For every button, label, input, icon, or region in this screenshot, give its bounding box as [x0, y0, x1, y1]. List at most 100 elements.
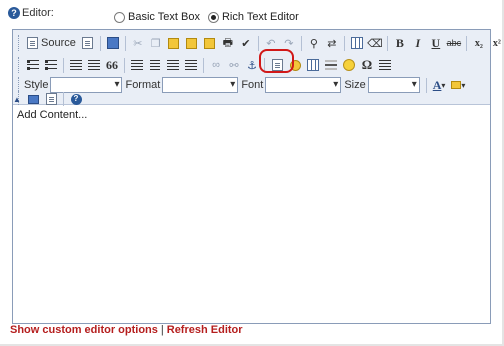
editor-links: Show custom editor options | Refresh Edito…: [10, 324, 243, 336]
flash-button[interactable]: [287, 56, 303, 74]
copy-icon: ❐: [150, 37, 161, 50]
indent-button[interactable]: [86, 56, 102, 74]
spellcheck-button[interactable]: ✔: [238, 34, 254, 52]
unlink-icon: ⚯: [229, 59, 239, 72]
text-color-icon: A: [432, 77, 442, 92]
toolbar-separator: [386, 35, 388, 51]
outdent-button[interactable]: [68, 56, 84, 74]
undo-icon: ↶: [266, 37, 276, 50]
editor-content-area[interactable]: Add Content...: [13, 106, 490, 323]
smiley-button[interactable]: [341, 56, 357, 74]
horizontal-rule-button[interactable]: [323, 56, 339, 74]
indent-icon: [88, 60, 100, 70]
preview-icon: [82, 37, 94, 49]
paste-button[interactable]: [166, 34, 182, 52]
size-select[interactable]: [367, 77, 420, 93]
toolbar-grip[interactable]: [18, 35, 21, 51]
toolbar-separator: [264, 57, 265, 73]
chevron-down-icon: ▾: [461, 80, 466, 90]
copy-button[interactable]: ❐: [148, 34, 164, 52]
redo-icon: ↷: [284, 37, 294, 50]
rich-text-editor-radio[interactable]: [207, 11, 219, 23]
text-color-button[interactable]: A ▾: [431, 76, 448, 94]
cut-button[interactable]: ✂: [130, 34, 146, 52]
source-button[interactable]: Source: [25, 34, 78, 52]
align-left-button[interactable]: [129, 56, 145, 74]
maximize-icon: [27, 94, 39, 104]
size-label: Size: [344, 79, 366, 91]
underline-button[interactable]: U: [428, 34, 444, 52]
refresh-editor-link[interactable]: Refresh Editor: [167, 324, 243, 336]
basic-text-box-label[interactable]: Basic Text Box: [128, 11, 200, 23]
editor-label-text: Editor:: [22, 7, 54, 19]
undo-button[interactable]: ↶: [263, 34, 279, 52]
align-right-button[interactable]: [165, 56, 181, 74]
toolbar-row-2: 66 ∞ ⚯ ⚓ Ω: [17, 55, 394, 75]
flash-icon: [289, 59, 301, 71]
editor-label: ? Editor:: [8, 7, 54, 19]
replace-icon: ⇄: [327, 37, 337, 50]
toolbar-separator: [465, 35, 467, 51]
unlink-button[interactable]: ⚯: [226, 56, 242, 74]
select-all-button[interactable]: [349, 34, 365, 52]
table-icon: [307, 59, 319, 71]
basic-text-box-option[interactable]: Basic Text Box: [114, 11, 200, 23]
binoculars-icon: ⚲: [309, 37, 318, 50]
show-custom-options-link[interactable]: Show custom editor options: [10, 324, 158, 336]
basic-text-box-radio[interactable]: [114, 11, 125, 23]
outdent-icon: [70, 60, 82, 70]
bulleted-list-button[interactable]: [43, 56, 59, 74]
bg-color-icon: [451, 81, 462, 89]
image-button[interactable]: [269, 56, 285, 74]
justify-button[interactable]: [183, 56, 199, 74]
page-break-button[interactable]: [377, 56, 393, 74]
bulleted-list-icon: [45, 60, 57, 70]
numbered-list-icon: [27, 60, 39, 70]
toolbar-separator: [257, 35, 259, 51]
superscript-button[interactable]: x²: [489, 34, 504, 52]
smiley-icon: [343, 59, 355, 71]
help-icon[interactable]: ?: [8, 7, 20, 19]
toolbar-separator: [425, 77, 427, 93]
align-left-icon: [131, 60, 143, 70]
paste-word-button[interactable]: [202, 34, 218, 52]
bg-color-button[interactable]: ▾: [449, 76, 467, 94]
find-button[interactable]: ⚲: [306, 34, 322, 52]
replace-button[interactable]: ⇄: [324, 34, 340, 52]
redo-button[interactable]: ↷: [281, 34, 297, 52]
rich-text-editor-option[interactable]: Rich Text Editor: [207, 11, 299, 23]
templates-button[interactable]: [105, 34, 121, 52]
print-button[interactable]: 🖶: [220, 34, 236, 52]
preview-button[interactable]: [80, 34, 96, 52]
format-label: Format: [125, 79, 161, 91]
templates-icon: [106, 37, 119, 49]
special-char-button[interactable]: Ω: [359, 56, 375, 74]
about-icon: ?: [70, 93, 82, 105]
blockquote-button[interactable]: 66: [104, 56, 120, 74]
rich-text-editor-label[interactable]: Rich Text Editor: [222, 11, 299, 23]
editor-content-text: Add Content...: [17, 109, 88, 121]
subscript-button[interactable]: x₂: [471, 34, 487, 52]
bold-button[interactable]: B: [392, 34, 408, 52]
toolbar-separator: [300, 35, 302, 51]
rich-text-editor: Source ✂ ❐ 🖶 ✔ ↶ ↷ ⚲ ⇄ ⌫ B I U abc x₂ x²…: [12, 29, 501, 324]
remove-format-button[interactable]: ⌫: [367, 34, 383, 52]
link-button[interactable]: ∞: [208, 56, 224, 74]
horizontal-rule-icon: [325, 64, 337, 66]
paste-text-icon: [186, 37, 198, 49]
spellcheck-icon: ✔: [241, 37, 251, 50]
italic-button[interactable]: I: [410, 34, 426, 52]
strike-button[interactable]: abc: [446, 34, 462, 52]
toolbar-separator: [63, 57, 64, 73]
table-button[interactable]: [305, 56, 321, 74]
toolbar-grip[interactable]: [18, 57, 21, 73]
cut-icon: ✂: [133, 37, 143, 50]
anchor-button[interactable]: ⚓: [244, 56, 260, 74]
format-select[interactable]: [162, 77, 239, 93]
align-center-button[interactable]: [147, 56, 163, 74]
numbered-list-button[interactable]: [25, 56, 41, 74]
collapse-toolbar-icon[interactable]: ▲: [13, 95, 21, 104]
font-select[interactable]: [265, 77, 342, 93]
paste-text-button[interactable]: [184, 34, 200, 52]
align-right-icon: [167, 60, 179, 70]
